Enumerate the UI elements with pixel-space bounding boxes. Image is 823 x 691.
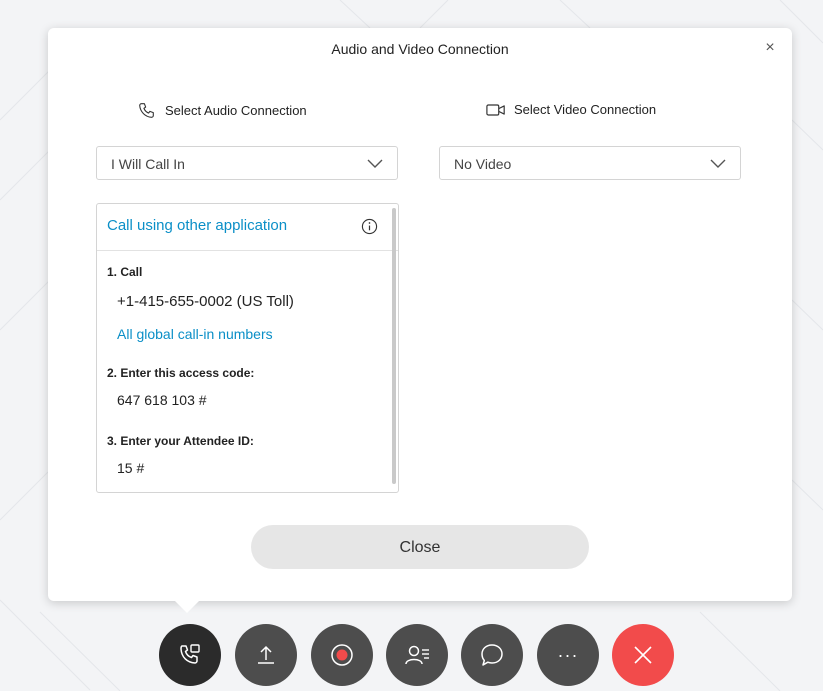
share-button[interactable] (235, 624, 297, 686)
close-button[interactable]: Close (251, 525, 589, 569)
panel-scrollbar[interactable] (392, 208, 396, 484)
access-code-value: 647 618 103 # (117, 392, 207, 408)
audio-connection-heading: Select Audio Connection (138, 102, 307, 119)
upload-icon (258, 645, 274, 664)
attendee-id-value: 15 # (117, 460, 145, 476)
step-1-label: 1. Call (107, 265, 143, 279)
call-in-panel: Call using other application 1. Call +1-… (96, 203, 399, 493)
record-button[interactable] (311, 624, 373, 686)
participants-button[interactable] (386, 624, 448, 686)
call-in-panel-header: Call using other application (97, 204, 398, 251)
more-icon: ··· (557, 644, 579, 665)
dialog-pointer (175, 601, 199, 613)
close-dialog-icon[interactable]: × (760, 38, 780, 58)
participants-icon (405, 645, 429, 665)
phone-icon (139, 103, 154, 118)
step-3-label: 3. Enter your Attendee ID: (107, 434, 254, 448)
video-connection-heading: Select Video Connection (486, 102, 656, 117)
phone-settings-icon (180, 644, 200, 664)
close-icon (634, 646, 652, 664)
chevron-down-icon (710, 159, 726, 168)
more-button[interactable]: ··· (537, 624, 599, 686)
call-other-application-link[interactable]: Call using other application (107, 217, 287, 234)
record-icon (331, 644, 353, 666)
dialog-title: Audio and Video Connection (331, 41, 509, 57)
audio-video-dialog: Audio and Video Connection × Select Audi… (48, 28, 792, 601)
audio-connection-button[interactable] (159, 624, 221, 686)
chevron-down-icon (367, 159, 383, 168)
audio-connection-select[interactable]: I Will Call In (96, 146, 398, 180)
video-camera-icon (486, 103, 505, 116)
end-call-button[interactable] (612, 624, 674, 686)
step-2-label: 2. Enter this access code: (107, 366, 255, 380)
chat-icon (481, 644, 503, 666)
info-icon[interactable] (361, 218, 378, 235)
video-connection-select[interactable]: No Video (439, 146, 741, 180)
chat-button[interactable] (461, 624, 523, 686)
video-connection-label: Select Video Connection (514, 102, 657, 117)
audio-connection-label: Select Audio Connection (165, 103, 307, 118)
global-call-in-numbers-link[interactable]: All global call-in numbers (117, 326, 273, 342)
audio-selected-value: I Will Call In (111, 156, 185, 172)
call-in-number: +1-415-655-0002 (US Toll) (117, 293, 294, 310)
video-selected-value: No Video (454, 156, 512, 172)
